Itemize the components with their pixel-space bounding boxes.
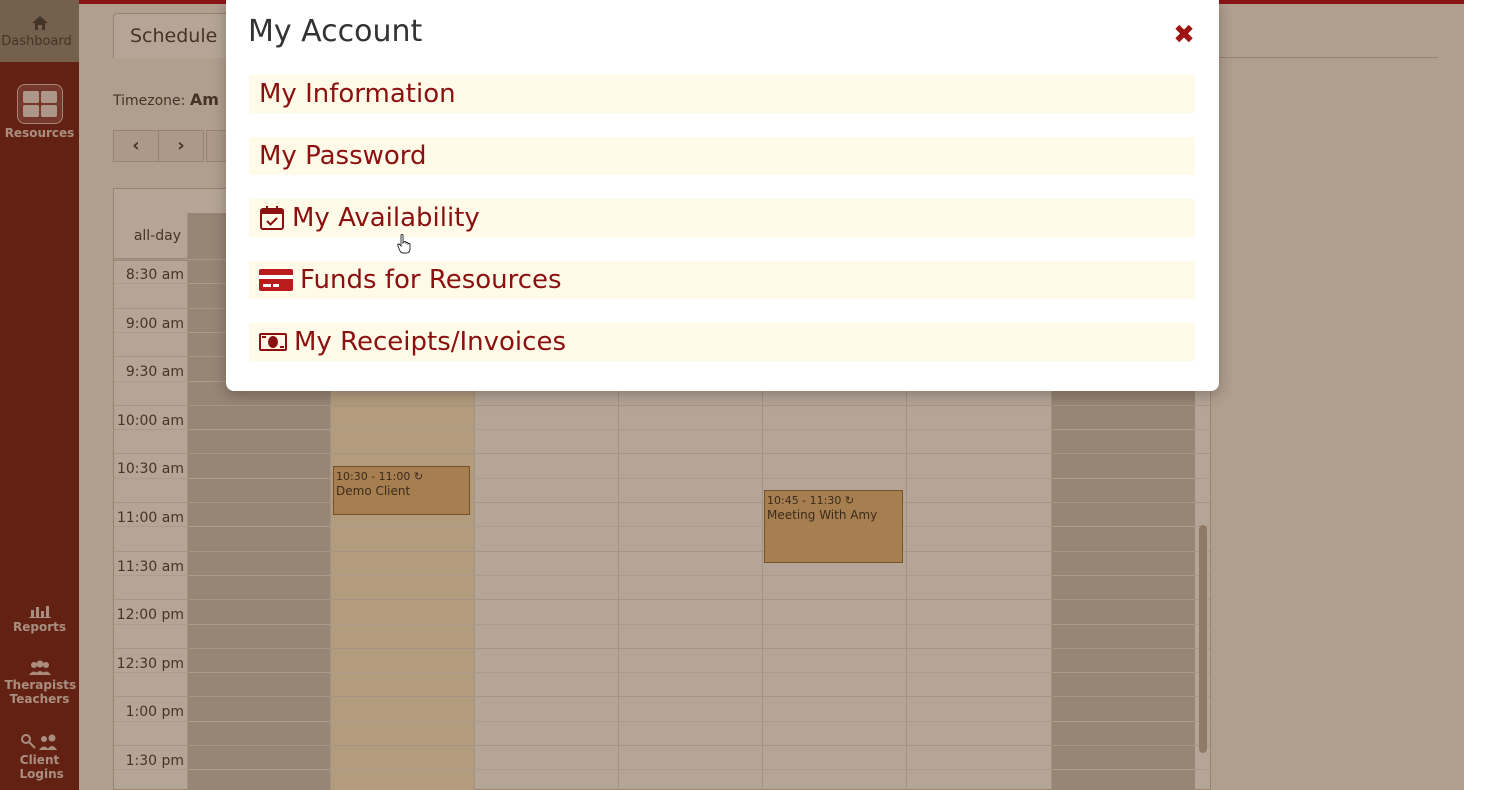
hand-cursor-icon: [397, 234, 411, 254]
menu-item-my-availability[interactable]: My Availability: [249, 199, 1195, 237]
menu-item-label: My Password: [259, 141, 427, 171]
modal-title: My Account: [248, 14, 423, 49]
menu-item-label: Funds for Resources: [300, 265, 562, 295]
menu-item-my-receipts-invoices[interactable]: My Receipts/Invoices: [249, 323, 1195, 361]
menu-item-label: My Information: [259, 79, 456, 109]
money-bill-icon: [259, 333, 287, 351]
my-account-modal: My Account ✖ My Information My Password …: [226, 0, 1219, 391]
side-panel: [1464, 0, 1488, 790]
credit-card-icon: [259, 269, 293, 291]
calendar-check-icon: [260, 206, 284, 230]
close-icon[interactable]: ✖: [1171, 22, 1197, 48]
menu-item-funds-for-resources[interactable]: Funds for Resources: [249, 261, 1195, 299]
menu-item-my-information[interactable]: My Information: [249, 75, 1195, 113]
menu-item-label: My Availability: [292, 203, 480, 233]
menu-item-label: My Receipts/Invoices: [294, 327, 566, 357]
menu-item-my-password[interactable]: My Password: [249, 137, 1195, 175]
